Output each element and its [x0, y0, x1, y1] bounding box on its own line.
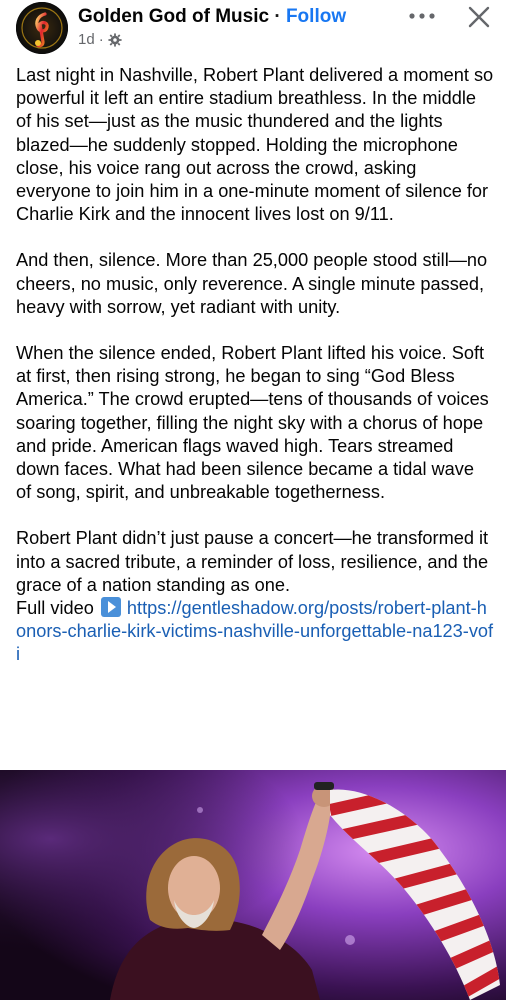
- meta-separator: ·: [98, 31, 104, 48]
- page-avatar[interactable]: [16, 2, 68, 54]
- follow-button[interactable]: Follow: [286, 6, 346, 27]
- post-paragraph: And then, silence. More than 25,000 peop…: [16, 250, 488, 317]
- page-name[interactable]: Golden God of Music: [78, 6, 269, 27]
- play-button-icon: [100, 597, 121, 618]
- music-note-logo-icon: [16, 2, 68, 54]
- video-line: Full video https://gentleshadow.org/post…: [16, 597, 494, 667]
- post-paragraph: Robert Plant didn’t just pause a concert…: [16, 528, 489, 595]
- post-paragraph: Last night in Nashville, Robert Plant de…: [16, 65, 494, 225]
- page-name-line: Golden God of Music · Follow: [78, 6, 346, 28]
- name-separator: ·: [274, 6, 281, 27]
- post-body: Last night in Nashville, Robert Plant de…: [16, 64, 494, 690]
- post-timestamp[interactable]: 1d: [78, 31, 95, 48]
- post-photo[interactable]: [0, 770, 506, 1000]
- video-label: Full video: [16, 598, 94, 619]
- post-header: Golden God of Music · Follow 1d ·: [0, 0, 506, 60]
- close-button[interactable]: [464, 2, 494, 32]
- singer-raising-flag-image: [0, 770, 506, 1000]
- gear-icon: [108, 32, 122, 47]
- more-options-button[interactable]: [404, 4, 440, 28]
- more-dots-icon: [409, 13, 435, 19]
- close-icon: [468, 6, 490, 28]
- post-meta: 1d ·: [78, 31, 122, 48]
- post-paragraph: When the silence ended, Robert Plant lif…: [16, 343, 489, 503]
